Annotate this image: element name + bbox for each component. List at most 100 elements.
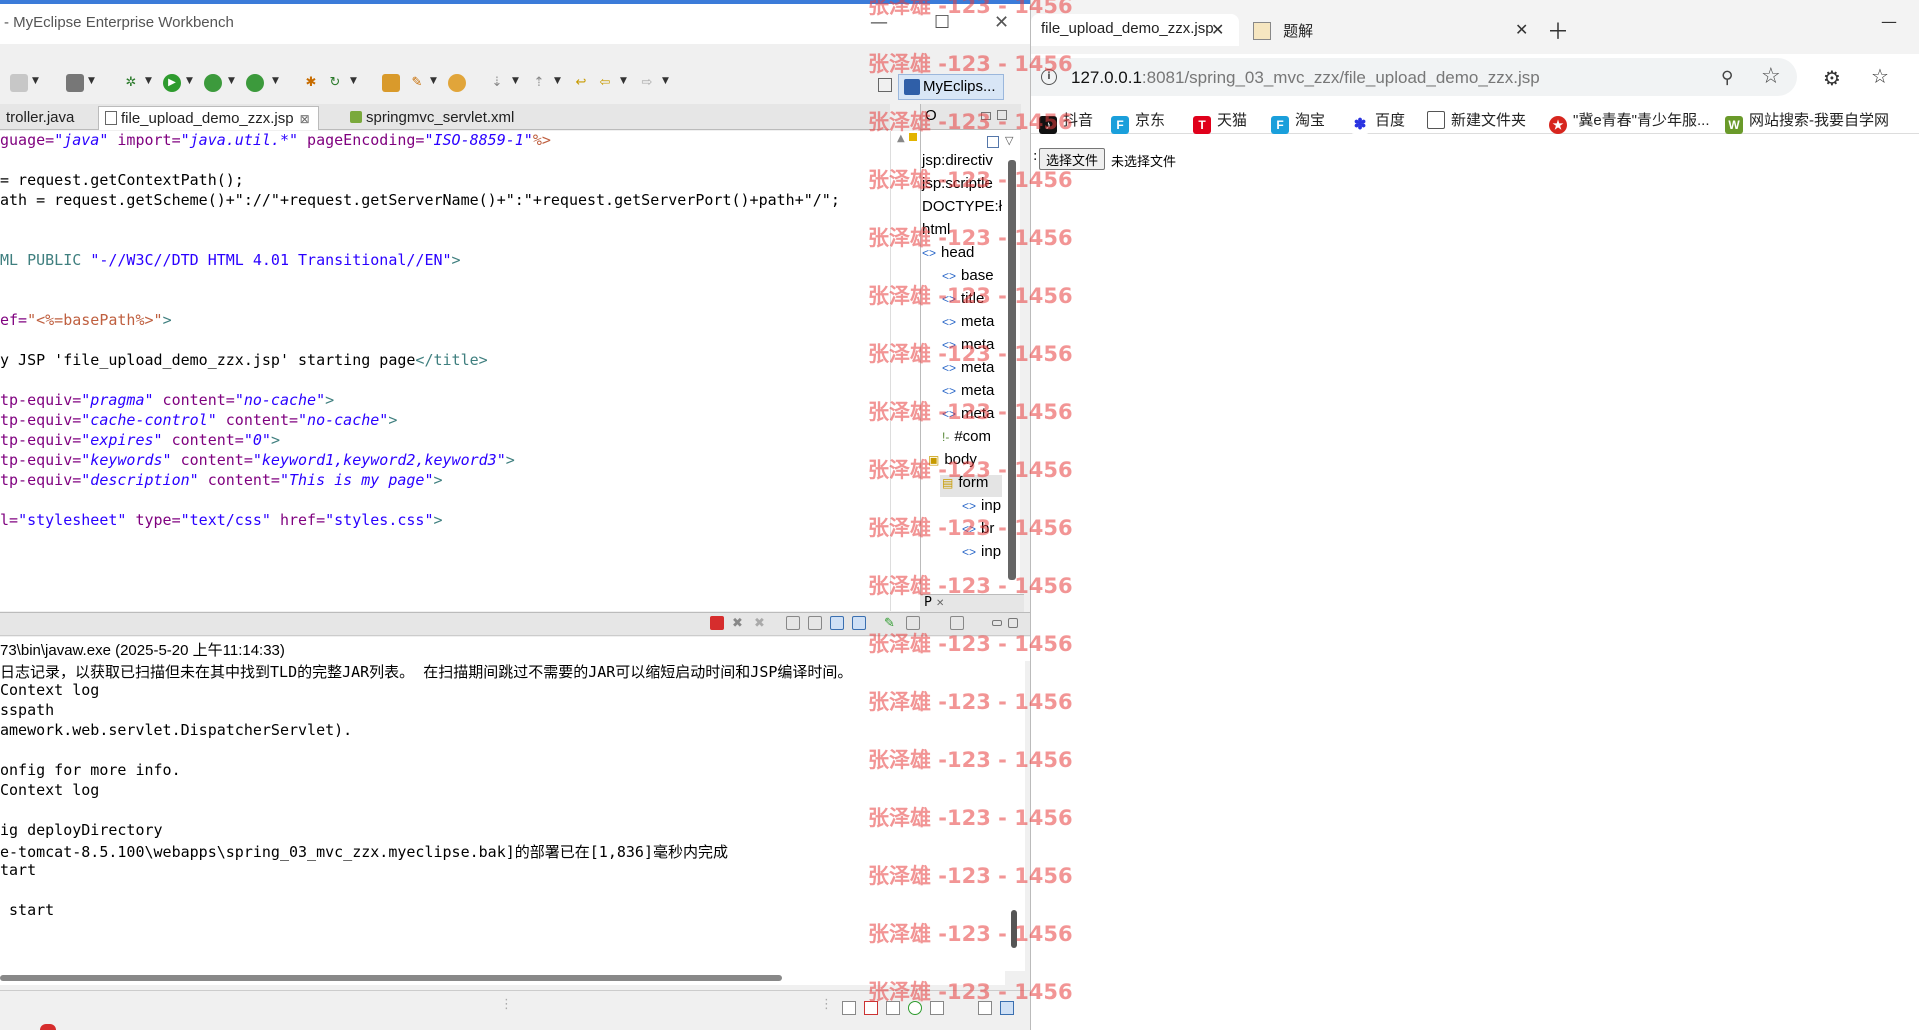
- chevron-down-icon[interactable]: ▼: [88, 76, 95, 86]
- bookmark-baidu[interactable]: ✽ 百度: [1351, 109, 1405, 134]
- console-view-icon[interactable]: [1000, 1001, 1014, 1015]
- restore-icon[interactable]: [978, 1001, 992, 1015]
- pen-icon[interactable]: ✎: [408, 74, 426, 92]
- outline-item[interactable]: <> meta: [942, 359, 994, 381]
- debug-icon[interactable]: ✲: [122, 74, 140, 92]
- run-icon[interactable]: ▶: [163, 74, 181, 92]
- annotation-next-icon[interactable]: ⇣: [488, 74, 506, 92]
- restore-icon[interactable]: [842, 1001, 856, 1015]
- refresh-icon[interactable]: ↻: [326, 74, 344, 92]
- close-tab-icon[interactable]: ✕: [1211, 20, 1224, 40]
- remove-all-icon[interactable]: ✖: [754, 616, 768, 631]
- chevron-down-icon[interactable]: ▼: [272, 76, 279, 86]
- bookmark-douyin[interactable]: ♪ 抖音: [1039, 109, 1093, 134]
- tab-file-upload-jsp[interactable]: file_upload_demo_zzx.jsp ⊠: [98, 106, 319, 130]
- outline-scrollbar[interactable]: [1008, 160, 1016, 580]
- close-tab-icon[interactable]: ✕: [1515, 20, 1528, 40]
- problems-icon[interactable]: [864, 1001, 878, 1015]
- tab-springmvc-xml[interactable]: springmvc_servlet.xml: [344, 106, 522, 130]
- open-perspective-icon[interactable]: [878, 78, 892, 92]
- outline-item[interactable]: <> meta: [942, 405, 994, 427]
- bookmark-star-icon[interactable]: ☆: [1761, 64, 1781, 89]
- tab-controller-java[interactable]: troller.java: [0, 106, 82, 130]
- close-tab-icon[interactable]: ✕: [936, 598, 944, 609]
- chevron-down-icon[interactable]: ▼: [145, 76, 152, 86]
- outline-item[interactable]: ▤ form: [942, 474, 988, 496]
- editor-scrollbar[interactable]: ▲: [890, 131, 920, 611]
- clear-console-icon[interactable]: [786, 616, 800, 630]
- new-project-icon[interactable]: ✱: [302, 74, 320, 92]
- tab-tijie[interactable]: 题解 ✕: [1243, 14, 1543, 46]
- console-hscroll-thumb[interactable]: [0, 975, 782, 981]
- open-console-icon[interactable]: [950, 616, 964, 630]
- scroll-lock-icon[interactable]: [808, 616, 822, 630]
- last-edit-icon[interactable]: ↩: [572, 74, 590, 92]
- remove-launch-icon[interactable]: ✖: [732, 616, 746, 631]
- favorites-icon[interactable]: ☆: [1871, 64, 1889, 88]
- server-run-icon[interactable]: [204, 74, 222, 92]
- properties-tab[interactable]: P ✕: [920, 594, 1024, 612]
- outline-item[interactable]: <> inp: [962, 497, 1001, 519]
- choose-file-button[interactable]: 选择文件: [1039, 148, 1106, 170]
- bookmark-zxw[interactable]: W 网站搜索-我要自学网: [1725, 109, 1889, 134]
- chevron-down-icon[interactable]: ▼: [662, 76, 669, 86]
- outline-item[interactable]: <> br: [962, 520, 994, 542]
- back-icon[interactable]: ⇦: [596, 74, 614, 92]
- outline-item[interactable]: <> head: [922, 244, 974, 266]
- bookmark-jd[interactable]: F 京东: [1111, 109, 1165, 134]
- outline-item[interactable]: ▣ body: [928, 451, 977, 473]
- annotation-prev-icon[interactable]: ⇡: [530, 74, 548, 92]
- bookmark-tmall[interactable]: T 天猫: [1193, 109, 1247, 134]
- outline-item[interactable]: <> meta: [942, 336, 994, 358]
- outline-item[interactable]: jsp:scriptle: [922, 175, 993, 197]
- code-editor[interactable]: guage="java" import="java.util.*" pageEn…: [0, 131, 890, 611]
- minimize-view-icon[interactable]: [981, 112, 991, 120]
- outline-item[interactable]: jsp:directiv: [922, 152, 993, 174]
- open-folder-icon[interactable]: [382, 74, 400, 92]
- forward-icon[interactable]: ⇨: [638, 74, 656, 92]
- tasks-icon[interactable]: [886, 1001, 900, 1015]
- pin-console-icon[interactable]: ✎: [884, 616, 898, 631]
- outline-item[interactable]: html: [922, 221, 950, 243]
- address-bar[interactable]: i 127.0.0.1:8081/spring_03_mvc_zzx/file_…: [1031, 58, 1797, 96]
- url-text[interactable]: 127.0.0.1:8081/spring_03_mvc_zzx/file_up…: [1071, 68, 1540, 88]
- outline-item[interactable]: <> base: [942, 267, 994, 289]
- outline-item[interactable]: !- #com: [942, 428, 991, 450]
- show-on-error-icon[interactable]: [852, 616, 866, 630]
- tab-file-upload[interactable]: file_upload_demo_zzx.jsp ✕: [1031, 14, 1239, 46]
- bulb-icon[interactable]: [448, 74, 466, 92]
- chevron-down-icon[interactable]: ▼: [620, 76, 627, 86]
- perspective-button[interactable]: MyEclips...: [898, 74, 1004, 100]
- bookmark-taobao[interactable]: F 淘宝: [1271, 109, 1325, 134]
- outline-item[interactable]: DOCTYPE:ł: [922, 198, 1002, 220]
- console-scroll-thumb[interactable]: [1011, 910, 1017, 948]
- bookmark-folder[interactable]: 新建文件夹: [1427, 109, 1526, 130]
- outline-item[interactable]: <> meta: [942, 382, 994, 404]
- zoom-icon[interactable]: ⚲: [1721, 68, 1733, 88]
- chevron-down-icon[interactable]: ▼: [554, 76, 561, 86]
- maximize-icon[interactable]: ☐: [934, 12, 950, 33]
- chevron-down-icon[interactable]: ▼: [430, 76, 437, 86]
- snippets-icon[interactable]: [930, 1001, 944, 1015]
- chevron-down-icon[interactable]: ▼: [186, 76, 193, 86]
- taskbar-icon[interactable]: [40, 1024, 56, 1030]
- collapse-all-icon[interactable]: [987, 136, 999, 148]
- servers-icon[interactable]: [908, 1001, 922, 1015]
- search-icon[interactable]: [10, 74, 28, 92]
- minimize-view-icon[interactable]: [992, 620, 1002, 626]
- maximize-view-icon[interactable]: [1008, 618, 1018, 628]
- console-output[interactable]: 日志记录，以获取已扫描但未在其中找到TLD的完整JAR列表。 在扫描期间跳过不需…: [0, 661, 1005, 971]
- chevron-down-icon[interactable]: ▼: [350, 76, 357, 86]
- terminate-icon[interactable]: [710, 616, 724, 630]
- extensions-icon[interactable]: ⚙: [1823, 66, 1841, 90]
- outline-item[interactable]: <> inp: [962, 543, 1001, 565]
- view-menu-icon[interactable]: ▽: [1005, 134, 1013, 147]
- scroll-up-icon[interactable]: ▲: [897, 133, 905, 144]
- display-console-icon[interactable]: [906, 616, 920, 630]
- outline-item[interactable]: <> meta: [942, 313, 994, 335]
- screen-icon[interactable]: [66, 74, 84, 92]
- chevron-down-icon[interactable]: ▼: [32, 76, 39, 86]
- chevron-down-icon[interactable]: ▼: [512, 76, 519, 86]
- minimize-icon[interactable]: —: [870, 12, 888, 33]
- show-on-output-icon[interactable]: [830, 616, 844, 630]
